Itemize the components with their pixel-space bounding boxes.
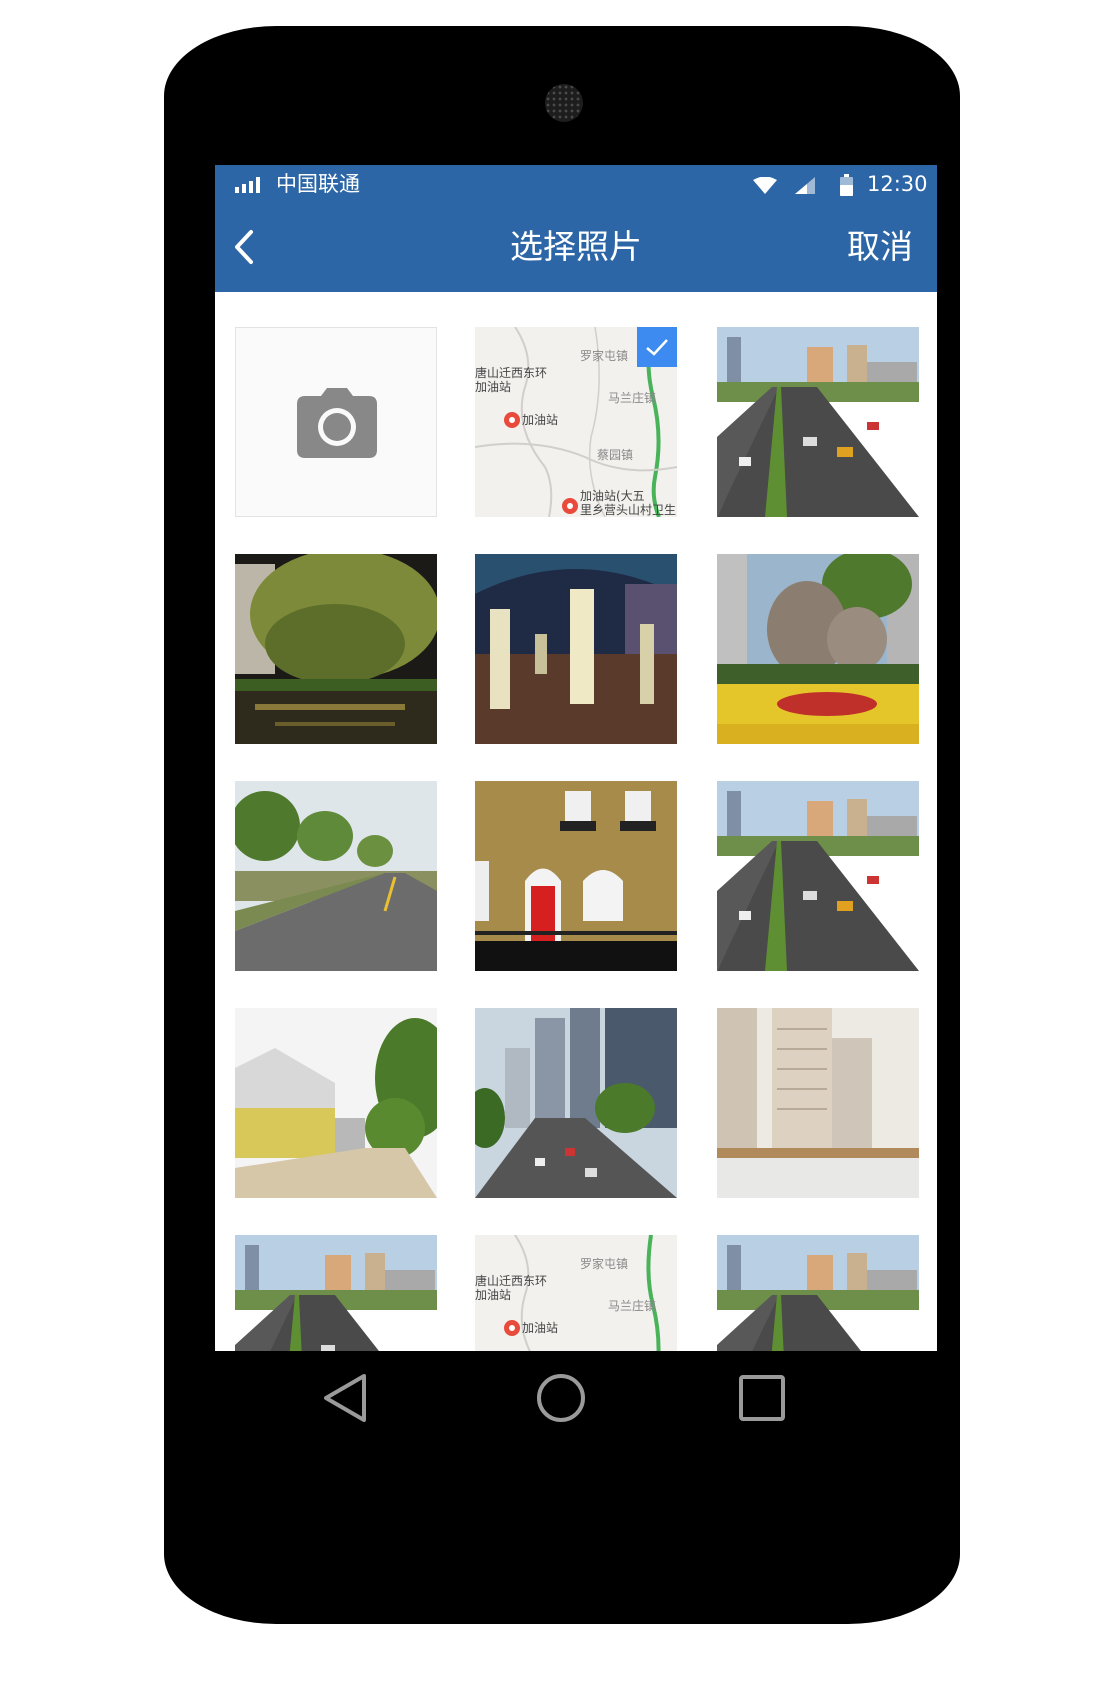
battery-icon <box>840 174 853 196</box>
map-label: 马兰庄镇 <box>608 390 656 405</box>
map-label: 蔡园镇 <box>597 448 633 462</box>
photo-thumbnail[interactable] <box>717 1235 919 1351</box>
checkmark-icon <box>646 339 668 356</box>
photo-thumbnail[interactable]: 罗家屯镇 唐山迁西东环 加油站 马兰庄镇 加油站 <box>475 1235 677 1351</box>
photo-thumbnail[interactable] <box>235 781 437 971</box>
village-photo <box>235 1008 437 1198</box>
photo-thumbnail[interactable] <box>235 1008 437 1198</box>
cancel-button[interactable]: 取消 <box>847 225 913 269</box>
photo-thumbnail[interactable] <box>475 1008 677 1198</box>
photo-thumbnail[interactable] <box>717 554 919 744</box>
avenue-photo <box>475 1008 677 1198</box>
clock: 12:30 <box>867 172 928 196</box>
page-title: 选择照片 <box>510 227 642 266</box>
camera-icon <box>297 388 377 458</box>
selected-badge[interactable] <box>637 327 677 367</box>
signal-bars-icon <box>235 177 260 193</box>
photo-thumbnail[interactable]: 罗家屯镇 唐山迁西东环 加油站 马兰庄镇 加油站 蔡园镇 加油站(大五 里乡营头… <box>475 327 677 517</box>
map-label: 加油站 <box>475 380 511 394</box>
map-label: 罗家屯镇 <box>580 348 628 363</box>
map-label: 罗家屯镇 <box>580 1256 628 1271</box>
nav-recents-button[interactable] <box>738 1374 786 1426</box>
tree-road-photo <box>235 781 437 971</box>
status-bar: 中国联通 12:30 <box>215 165 937 205</box>
canal-photo <box>235 554 437 744</box>
camera-tile[interactable] <box>235 327 437 517</box>
map-label: 马兰庄镇 <box>608 1298 656 1313</box>
photo-thumbnail[interactable] <box>717 1008 919 1198</box>
carrier-name: 中国联通 <box>276 172 360 196</box>
cellular-signal-icon <box>795 177 815 194</box>
photo-thumbnail[interactable] <box>475 781 677 971</box>
map-label: 加油站 <box>475 1288 511 1302</box>
recents-square-icon <box>739 1375 785 1421</box>
apartment-photo <box>717 1008 919 1198</box>
house-photo <box>475 781 677 971</box>
photo-thumbnail[interactable] <box>235 554 437 744</box>
home-circle-icon <box>537 1374 585 1422</box>
back-triangle-icon <box>324 1374 366 1422</box>
speaker-grille <box>545 84 583 122</box>
map-label: 加油站(大五 <box>580 489 645 503</box>
photo-thumbnail[interactable] <box>235 1235 437 1351</box>
road-photo <box>717 781 919 971</box>
map-label: 加油站 <box>522 1321 558 1335</box>
map-label: 唐山迁西东环 <box>475 365 547 380</box>
map-label: 加油站 <box>522 413 558 427</box>
road-photo <box>717 327 919 517</box>
photo-thumbnail[interactable] <box>717 327 919 517</box>
wifi-icon <box>753 177 777 194</box>
map-image: 罗家屯镇 唐山迁西东环 加油站 马兰庄镇 加油站 <box>475 1235 677 1351</box>
map-label: 里乡营头山村卫生 <box>580 503 676 517</box>
nav-back-button[interactable] <box>322 1372 368 1428</box>
app-bar: 选择照片 取消 <box>215 205 937 292</box>
plaza-photo <box>475 554 677 744</box>
photo-thumbnail[interactable] <box>717 781 919 971</box>
road-photo <box>717 1235 919 1351</box>
photo-thumbnail[interactable] <box>475 554 677 744</box>
map-label: 唐山迁西东环 <box>475 1273 547 1288</box>
monument-photo <box>717 554 919 744</box>
screen: 中国联通 12:30 选择照片 取消 罗家屯镇 唐山迁西东环 加油站 马兰庄镇 … <box>215 165 937 1351</box>
nav-home-button[interactable] <box>535 1372 587 1428</box>
road-photo <box>235 1235 437 1351</box>
